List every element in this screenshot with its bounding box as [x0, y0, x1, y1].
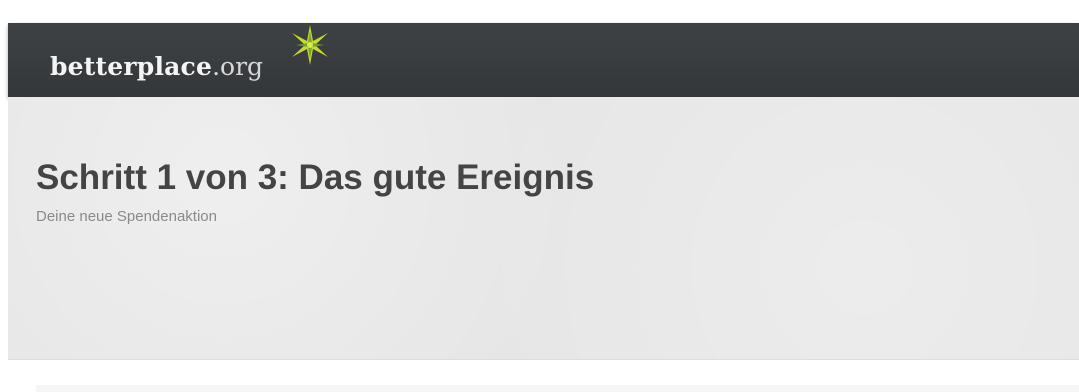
logo-domain-suffix: .org [212, 52, 264, 81]
star-logo-icon [292, 25, 328, 65]
page-title: Schritt 1 von 3: Das gute Ereignis [36, 158, 595, 197]
site-logo-link[interactable]: betterplace .org [50, 25, 328, 91]
page-subtitle: Deine neue Spendenaktion [36, 208, 217, 225]
content-top-edge [36, 385, 1079, 392]
page: betterplace .org Schritt 1 von 3: Das gu… [0, 0, 1079, 392]
page-hero: Schritt 1 von 3: Das gute Ereignis Deine… [8, 97, 1079, 360]
logo-text: betterplace [50, 52, 213, 81]
site-header: betterplace .org [8, 23, 1079, 97]
